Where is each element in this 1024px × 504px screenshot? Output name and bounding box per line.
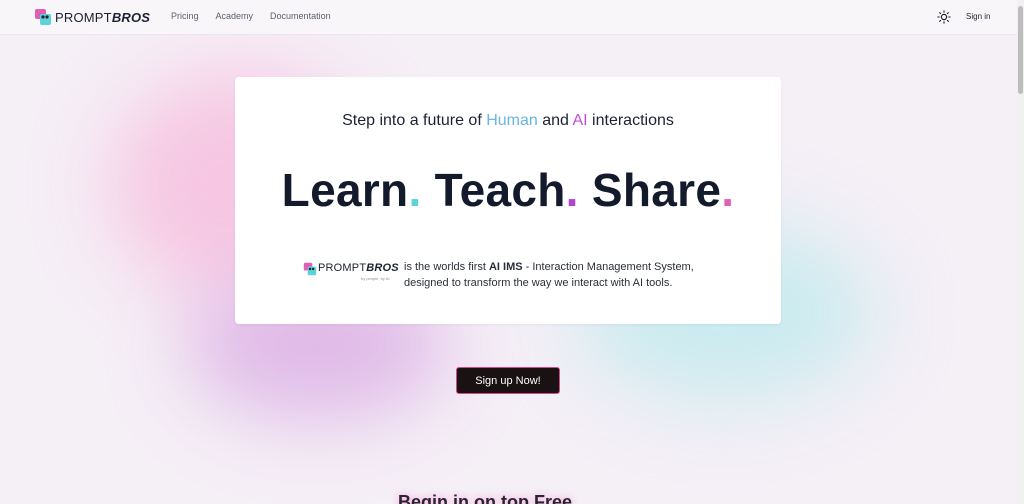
inline-logo-subtitle: by people, by AI bbox=[361, 276, 390, 281]
scrollbar-thumb[interactable] bbox=[1018, 6, 1023, 94]
headline-word-share: Share bbox=[591, 164, 722, 216]
inline-logo-text: PROMPTBROS bbox=[318, 262, 399, 274]
hero-card: Step into a future of Human and AI inter… bbox=[235, 77, 781, 324]
sign-up-button[interactable]: Sign up Now! bbox=[456, 367, 560, 394]
nav-academy[interactable]: Academy bbox=[216, 11, 254, 21]
hero-tagline: Step into a future of Human and AI inter… bbox=[342, 112, 674, 129]
headline-dot-teal: . bbox=[408, 164, 422, 216]
hero-headline: Learn. Teach. Share. bbox=[235, 163, 781, 217]
main-nav: Pricing Academy Documentation bbox=[171, 11, 348, 21]
page-scrollbar[interactable] bbox=[1017, 0, 1024, 504]
nav-documentation[interactable]: Documentation bbox=[270, 11, 331, 21]
brand-logo[interactable]: PROMPTBROS bbox=[34, 7, 150, 27]
headline-dot-pink: . bbox=[721, 164, 735, 216]
headline-dot-purple: . bbox=[565, 164, 579, 216]
headline-word-learn: Learn bbox=[281, 164, 409, 216]
sun-icon[interactable] bbox=[937, 10, 951, 24]
logo-text: PROMPTBROS bbox=[55, 9, 151, 25]
page: PROMPTBROS Pricing Academy Documentation… bbox=[0, 0, 1024, 504]
inline-brand-logo: PROMPTBROS by people, by AI bbox=[303, 260, 399, 284]
top-nav: PROMPTBROS Pricing Academy Documentation… bbox=[0, 0, 1017, 35]
hero-description: is the worlds first AI IMS - Interaction… bbox=[404, 261, 694, 289]
section-heading: Begin in on top Free bbox=[398, 492, 572, 504]
sign-in-link[interactable]: Sign in bbox=[966, 12, 990, 21]
headline-word-teach: Teach bbox=[434, 164, 566, 216]
logo-icon bbox=[303, 262, 317, 276]
logo-icon bbox=[35, 9, 51, 25]
nav-pricing[interactable]: Pricing bbox=[171, 11, 199, 21]
